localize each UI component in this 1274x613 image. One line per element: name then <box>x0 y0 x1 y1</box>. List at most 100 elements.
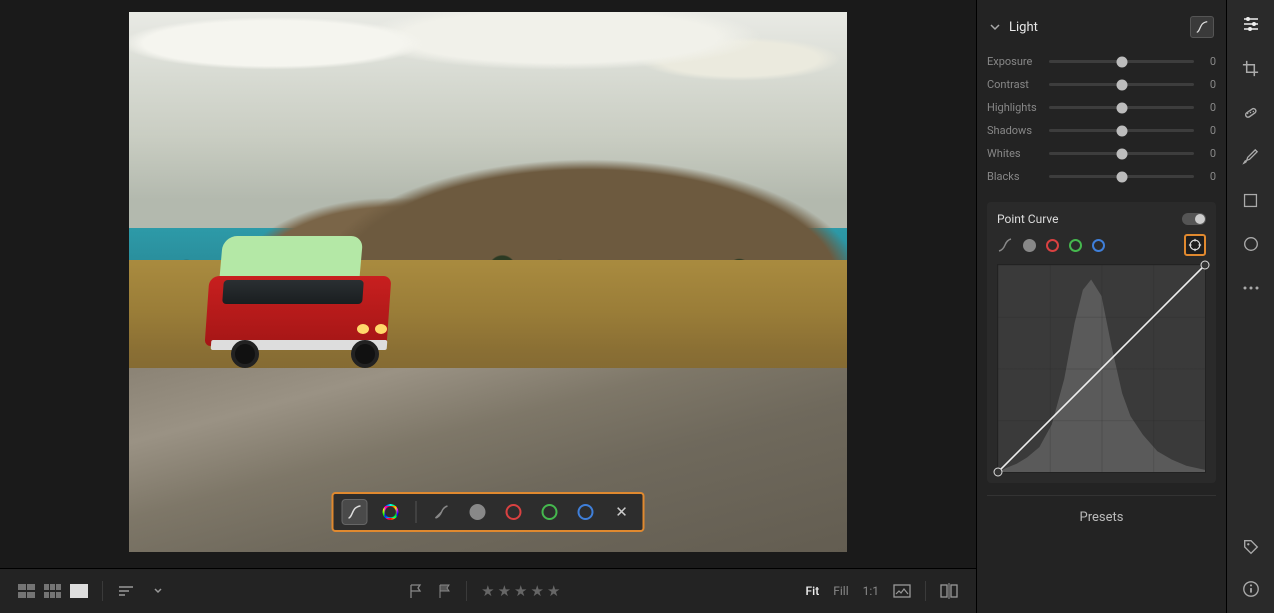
slider-track[interactable] <box>1049 129 1194 132</box>
sort-button[interactable] <box>117 584 139 598</box>
luminance-channel-button[interactable] <box>465 499 491 525</box>
star-icon[interactable]: ★ <box>498 582 511 600</box>
slider-track[interactable] <box>1049 152 1194 155</box>
zoom-fit-button[interactable]: Fit <box>806 584 820 598</box>
blue-channel-button[interactable] <box>573 499 599 525</box>
keywords-button[interactable] <box>1241 537 1261 557</box>
slider-track[interactable] <box>1049 60 1194 63</box>
photo-preview[interactable]: ✕ <box>129 12 847 552</box>
flag-reject-button[interactable] <box>437 583 452 599</box>
zoom-1to1-button[interactable]: 1:1 <box>863 584 879 598</box>
target-adjust-icon <box>1188 238 1202 252</box>
slider-label: Exposure <box>987 55 1041 68</box>
red-channel-button[interactable] <box>1046 239 1059 252</box>
point-curve-toggle[interactable] <box>1182 213 1206 225</box>
parametric-curve-button[interactable] <box>429 499 455 525</box>
edit-panel: Light Exposure 0 Contrast 0 Highlights 0 <box>976 0 1226 613</box>
star-icon[interactable]: ★ <box>547 582 560 600</box>
target-adjustment-button[interactable] <box>1184 234 1206 256</box>
hue-mode-button[interactable] <box>378 499 404 525</box>
slider-value: 0 <box>1202 170 1216 183</box>
hue-wheel-icon <box>383 504 399 520</box>
linear-gradient-tool-button[interactable] <box>1241 190 1261 210</box>
shadows-slider[interactable]: Shadows 0 <box>987 119 1216 142</box>
lum-channel-icon <box>470 504 486 520</box>
healing-icon <box>1241 103 1260 122</box>
whites-slider[interactable]: Whites 0 <box>987 142 1216 165</box>
grid-view-small-button[interactable] <box>44 584 62 598</box>
slider-track[interactable] <box>1049 83 1194 86</box>
zoom-fill-button[interactable]: Fill <box>833 584 848 598</box>
luminance-channel-button[interactable] <box>1023 239 1036 252</box>
compare-icon <box>940 583 958 599</box>
slider-label: Contrast <box>987 78 1041 91</box>
star-icon[interactable]: ★ <box>514 582 527 600</box>
show-original-button[interactable] <box>893 584 911 598</box>
parametric-curve-button[interactable] <box>997 237 1013 253</box>
crop-tool-button[interactable] <box>1241 58 1261 78</box>
sort-icon <box>117 584 139 598</box>
tag-icon <box>1242 538 1260 556</box>
info-icon <box>1242 580 1260 598</box>
close-toolbar-button[interactable]: ✕ <box>609 499 635 525</box>
edit-sliders-icon <box>1241 14 1261 34</box>
slider-value: 0 <box>1202 147 1216 160</box>
slider-label: Whites <box>987 147 1041 160</box>
curve-point-white[interactable] <box>1201 261 1210 270</box>
slider-track[interactable] <box>1049 175 1194 178</box>
presets-label: Presets <box>1080 510 1124 525</box>
detail-view-button[interactable] <box>70 584 88 598</box>
slider-label: Blacks <box>987 170 1041 183</box>
point-curve-title: Point Curve <box>997 212 1058 226</box>
light-sliders-group: Exposure 0 Contrast 0 Highlights 0 Shado… <box>987 46 1216 202</box>
brush-icon <box>1241 147 1260 166</box>
curve-icon <box>1195 20 1209 34</box>
light-section-header[interactable]: Light <box>987 8 1216 46</box>
radial-gradient-tool-button[interactable] <box>1241 234 1261 254</box>
curve-point-black[interactable] <box>994 468 1003 477</box>
star-icon[interactable]: ★ <box>531 582 544 600</box>
green-channel-button[interactable] <box>537 499 563 525</box>
grid-view-large-button[interactable] <box>18 584 36 598</box>
green-channel-button[interactable] <box>1069 239 1082 252</box>
show-original-icon <box>893 584 911 598</box>
flag-pick-button[interactable] <box>408 583 423 599</box>
flag-pick-icon <box>408 583 423 599</box>
highlights-slider[interactable]: Highlights 0 <box>987 96 1216 119</box>
red-channel-button[interactable] <box>501 499 527 525</box>
edit-tool-button[interactable] <box>1241 14 1261 34</box>
sort-dropdown-button[interactable] <box>153 586 163 596</box>
compare-view-button[interactable] <box>940 583 958 599</box>
star-icon[interactable]: ★ <box>481 582 494 600</box>
linear-gradient-icon <box>1242 192 1259 209</box>
curve-line <box>998 265 1205 472</box>
blacks-slider[interactable]: Blacks 0 <box>987 165 1216 188</box>
tool-rail <box>1226 0 1274 613</box>
point-curve-panel: Point Curve <box>987 202 1216 483</box>
slider-label: Highlights <box>987 101 1041 114</box>
point-curve-plot[interactable] <box>997 264 1206 473</box>
blue-channel-icon <box>578 504 594 520</box>
tone-curve-toggle-button[interactable] <box>1190 16 1214 38</box>
crop-icon <box>1241 59 1260 78</box>
more-tools-button[interactable] <box>1241 278 1261 298</box>
blue-channel-button[interactable] <box>1092 239 1105 252</box>
curve-targeted-toolbar: ✕ <box>332 492 645 532</box>
red-channel-icon <box>506 504 522 520</box>
star-rating[interactable]: ★ ★ ★ ★ ★ <box>481 582 560 600</box>
brush-tool-button[interactable] <box>1241 146 1261 166</box>
close-icon: ✕ <box>615 503 628 521</box>
parametric-icon <box>434 504 450 520</box>
presets-button[interactable]: Presets <box>987 495 1216 539</box>
tone-curve-mode-button[interactable] <box>342 499 368 525</box>
green-channel-icon <box>542 504 558 520</box>
canvas-area[interactable]: ✕ <box>0 0 976 568</box>
chevron-down-icon <box>989 21 1001 33</box>
info-button[interactable] <box>1241 579 1261 599</box>
exposure-slider[interactable]: Exposure 0 <box>987 50 1216 73</box>
slider-label: Shadows <box>987 124 1041 137</box>
slider-track[interactable] <box>1049 106 1194 109</box>
healing-tool-button[interactable] <box>1241 102 1261 122</box>
contrast-slider[interactable]: Contrast 0 <box>987 73 1216 96</box>
more-icon <box>1242 284 1260 292</box>
